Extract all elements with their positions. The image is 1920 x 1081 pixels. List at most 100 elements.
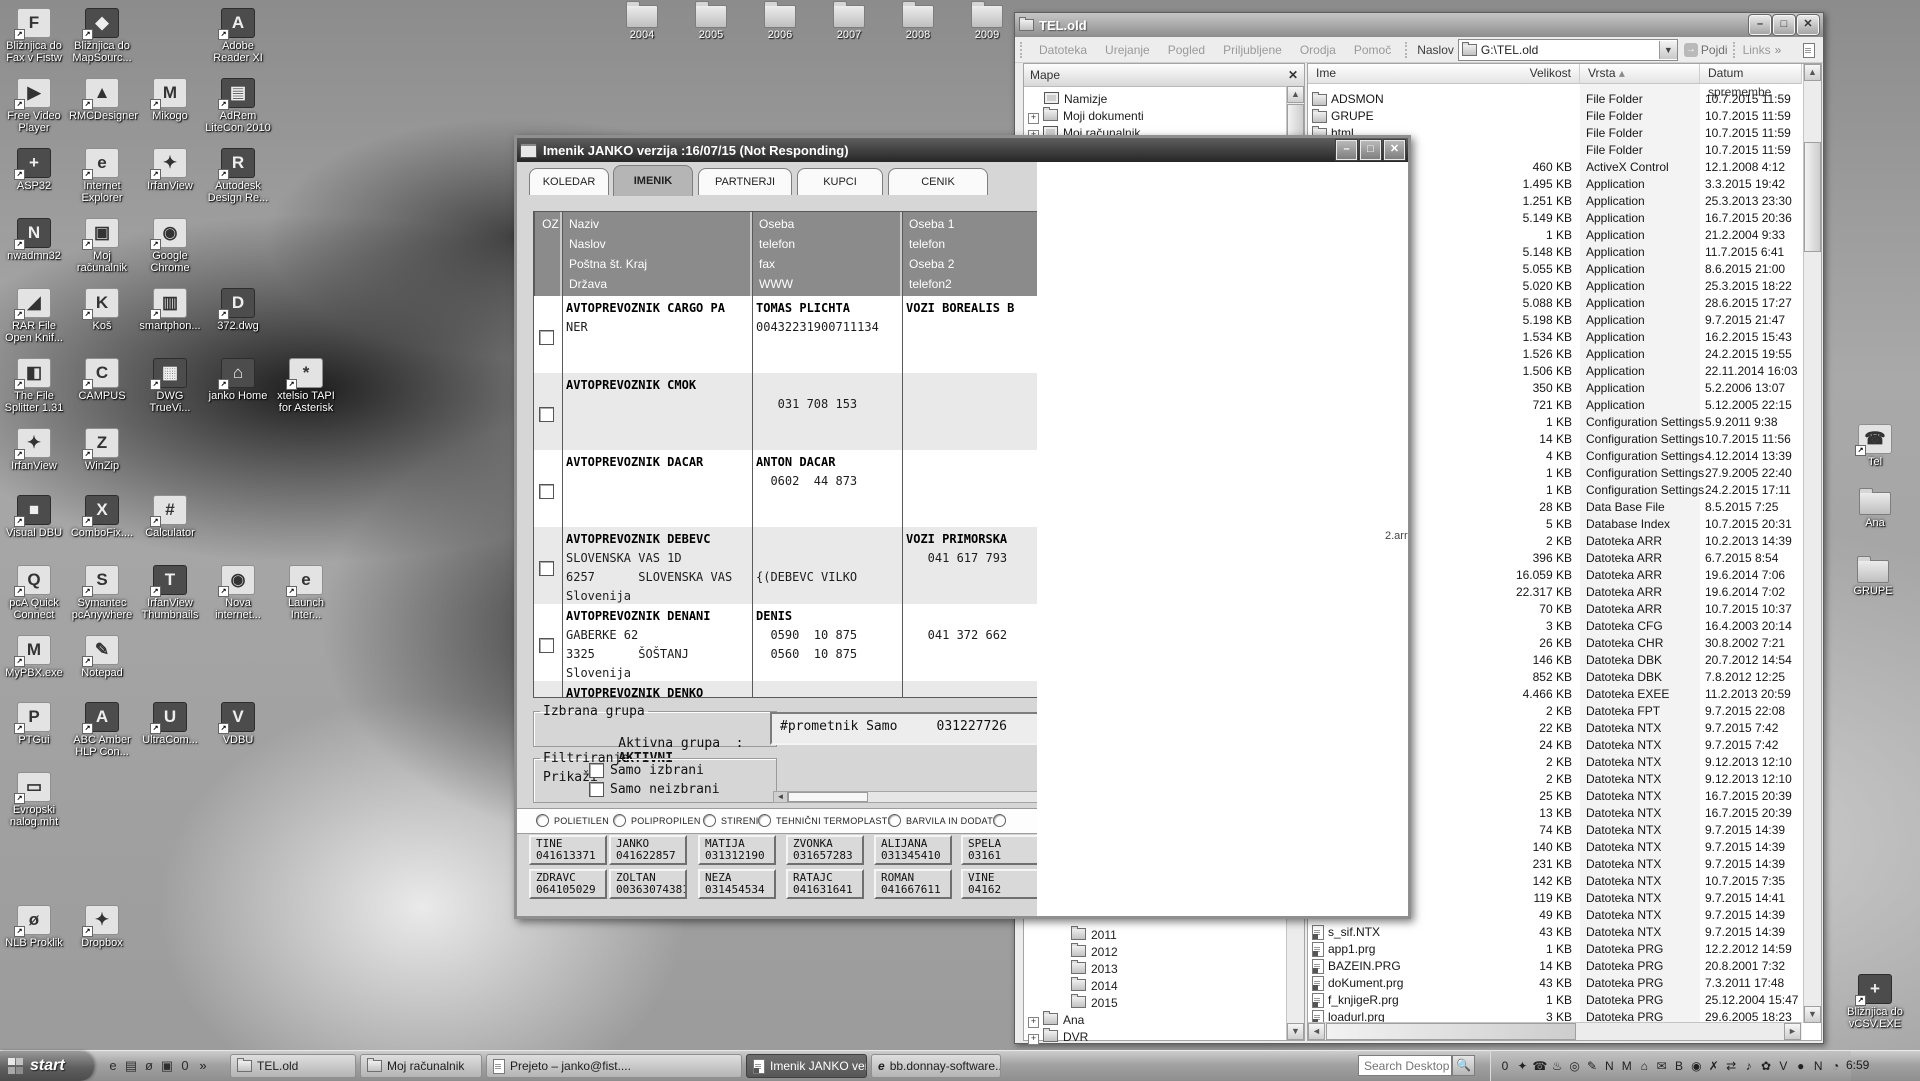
category-radio-polietilen[interactable]: POLIETILEN bbox=[536, 814, 609, 827]
desktop-icon-adrem-litecon-2010[interactable]: ▤↗AdRem LiteCon 2010 bbox=[205, 78, 271, 134]
desktop-icon-visual-dbu[interactable]: ■↗Visual DBU bbox=[1, 495, 67, 539]
file-row[interactable]: doKument.prg43 KBDatoteka PRG7.3.2011 17… bbox=[1308, 975, 1798, 992]
desktop-icon-rar-file-open-knif-[interactable]: ◢↗RAR File Open Knif... bbox=[1, 288, 67, 344]
desktop-icon-irfanview[interactable]: ✦↗IrfanView bbox=[137, 148, 203, 192]
file-list-hscrollbar[interactable]: ◄ ► bbox=[1308, 1022, 1802, 1040]
nlb-quicklaunch-icon[interactable]: ø bbox=[140, 1056, 158, 1075]
menu-orodja[interactable]: Orodja bbox=[1291, 43, 1345, 57]
start-button[interactable]: start bbox=[0, 1051, 94, 1081]
scroll-up-icon[interactable]: ▲ bbox=[1804, 64, 1821, 81]
desktop-icon-nova-internet-[interactable]: ◉↗Nova internet... bbox=[205, 565, 271, 621]
desktop-icon-grupe[interactable]: GRUPE bbox=[1840, 558, 1906, 597]
note-hscrollbar[interactable]: ◄ bbox=[773, 791, 1063, 803]
scroll-up-icon[interactable]: ▲ bbox=[1287, 86, 1304, 103]
desktop-icon-ko-[interactable]: K↗Koš bbox=[69, 288, 135, 332]
menu-priljubljene[interactable]: Priljubljene bbox=[1214, 43, 1291, 57]
tab-koledar[interactable]: KOLEDAR bbox=[529, 168, 609, 195]
task-prejeto-janko-fist-[interactable]: Prejeto – janko@fist.... bbox=[486, 1054, 742, 1078]
column-header-velikost[interactable]: Velikost bbox=[1458, 64, 1580, 84]
desktop-icon-irfanview[interactable]: ✦↗IrfanView bbox=[1, 428, 67, 472]
desktop-icon-symantec-pcanywhere[interactable]: S↗Symantec pcAnywhere bbox=[69, 565, 135, 621]
contact-row[interactable]: AVTOPREVOZNIK DEBEVCSLOVENSKA VAS 1D6257… bbox=[534, 527, 1092, 604]
tray-antivirus-icon[interactable]: V bbox=[1775, 1058, 1791, 1074]
ie-quicklaunch-icon[interactable]: e bbox=[104, 1056, 122, 1075]
desktop-icon-nlb-proklik[interactable]: ø↗NLB Proklik bbox=[1, 905, 67, 949]
file-row[interactable]: GRUPEFile Folder10.7.2015 11:59 bbox=[1308, 108, 1798, 125]
tray-search-icon[interactable]: ◎ bbox=[1567, 1058, 1583, 1074]
tree-item-namizje[interactable]: Namizje bbox=[1040, 91, 1107, 107]
contact-checkbox[interactable] bbox=[539, 330, 554, 345]
desktop-icon-free-video-player[interactable]: ▶↗Free Video Player bbox=[1, 78, 67, 134]
desktop-icon-bli-njica-do-mapsourc-[interactable]: ◆↗Bližnjica do MapSourc... bbox=[69, 8, 135, 64]
address-dropdown-icon[interactable]: ▼ bbox=[1659, 41, 1677, 59]
filter-option-1[interactable]: Samo izbrani bbox=[589, 763, 704, 778]
desktop-icon-372-dwg[interactable]: D↗372.dwg bbox=[205, 288, 271, 332]
tree-expand-icon[interactable]: + bbox=[1028, 113, 1039, 124]
speed-dial-neza[interactable]: NEZA031454534 bbox=[698, 869, 776, 899]
file-row[interactable]: BAZEIN.PRG14 KBDatoteka PRG20.8.2001 7:3… bbox=[1308, 958, 1798, 975]
tab-partnerji[interactable]: PARTNERJI bbox=[698, 168, 792, 195]
desktop-folder-2008[interactable]: 2008 bbox=[886, 1, 950, 41]
speed-dial-ratajc[interactable]: RATAJC041631641 bbox=[786, 869, 864, 899]
checkbox-icon[interactable] bbox=[589, 782, 604, 797]
desktop-icon-ptgui[interactable]: P↗PTGui bbox=[1, 702, 67, 746]
close-button[interactable]: ✕ bbox=[1384, 140, 1405, 160]
search-input[interactable] bbox=[1358, 1055, 1452, 1076]
note-field[interactable]: #prometnik Samo 031227726 bbox=[770, 712, 1063, 745]
tray-clock-icon[interactable]: ◔ bbox=[1828, 1058, 1844, 1074]
tab-kupci[interactable]: KUPCI bbox=[797, 168, 883, 195]
tray-java-icon[interactable]: ♨ bbox=[1549, 1058, 1565, 1074]
desktop-icon-winzip[interactable]: Z↗WinZip bbox=[69, 428, 135, 472]
category-radio-barvila-in-dodatki[interactable]: BARVILA IN DODATKI bbox=[888, 814, 1002, 827]
task-moj-ra-unalnik[interactable]: Moj računalnik bbox=[360, 1054, 482, 1078]
speed-dial-zoltan[interactable]: ZOLTAN003630743816 bbox=[609, 869, 687, 899]
tree-item-2012[interactable]: 2012 bbox=[1067, 944, 1118, 960]
file-row[interactable]: f_knjigeR.prg1 KBDatoteka PRG25.12.2004 … bbox=[1308, 992, 1798, 1009]
desktop-icon-asp32[interactable]: +↗ASP32 bbox=[1, 148, 67, 192]
desktop-icon-dwg-truevi-[interactable]: ▦↗DWG TrueVi... bbox=[137, 358, 203, 414]
desktop-icon-evropski-nalog-mht[interactable]: ▭↗Evropski nalog.mht bbox=[1, 772, 67, 828]
task-imenik-janko-verzi-[interactable]: Imenik JANKO verzi... bbox=[746, 1054, 867, 1078]
tree-item-2013[interactable]: 2013 bbox=[1067, 961, 1118, 977]
desktop-icon-smartphon-[interactable]: ▥↗smartphon... bbox=[137, 288, 203, 332]
tray-n-icon[interactable]: N bbox=[1810, 1058, 1826, 1074]
links-chevron-icon[interactable]: » bbox=[1775, 43, 1782, 57]
column-header-vrsta[interactable]: Vrsta ▴ bbox=[1580, 64, 1700, 84]
desktop-icon-ana[interactable]: Ana bbox=[1842, 490, 1908, 529]
checkbox-icon[interactable] bbox=[589, 763, 604, 778]
tray-b-icon[interactable]: B bbox=[1671, 1058, 1687, 1074]
desktop-icon-pca-quick-connect[interactable]: Q↗pcA Quick Connect bbox=[1, 565, 67, 621]
desktop-icon-mikogo[interactable]: M↗Mikogo bbox=[137, 78, 203, 122]
desktop-icon-notepad[interactable]: ✎↗Notepad bbox=[69, 635, 135, 679]
minimize-button[interactable]: – bbox=[1336, 140, 1357, 160]
phone-quicklaunch-icon[interactable]: ▤ bbox=[122, 1056, 140, 1075]
menu-urejanje[interactable]: Urejanje bbox=[1096, 43, 1159, 57]
contact-checkbox[interactable] bbox=[539, 561, 554, 576]
tree-item-2014[interactable]: 2014 bbox=[1067, 978, 1118, 994]
tray-globe-icon[interactable]: ◉ bbox=[1688, 1058, 1704, 1074]
toolbar-page-icon[interactable] bbox=[1803, 43, 1815, 58]
tree-expand-icon[interactable]: + bbox=[1028, 1034, 1039, 1045]
scroll-thumb[interactable] bbox=[788, 792, 868, 802]
scroll-thumb[interactable] bbox=[1804, 142, 1821, 252]
tray-update-icon[interactable]: ✿ bbox=[1758, 1058, 1774, 1074]
tray-outlook-icon[interactable]: 0 bbox=[1497, 1058, 1513, 1074]
speed-dial-zvonka[interactable]: ZVONKA031657283 bbox=[786, 835, 864, 865]
contact-checkbox[interactable] bbox=[539, 484, 554, 499]
desktop-icon-calculator[interactable]: #↗Calculator bbox=[137, 495, 203, 539]
tab-cenik[interactable]: CENIK bbox=[888, 168, 988, 195]
tray-network-icon[interactable]: ✗ bbox=[1706, 1058, 1722, 1074]
close-button[interactable]: ✕ bbox=[1797, 15, 1819, 35]
speed-dial-tine[interactable]: TINE041613371 bbox=[529, 835, 607, 865]
scroll-left-icon[interactable]: ◄ bbox=[1308, 1023, 1325, 1040]
address-bar[interactable]: G:\TEL.old ▼ bbox=[1458, 39, 1678, 61]
tree-item-ana[interactable]: +Ana bbox=[1028, 1012, 1084, 1028]
tray-home-icon[interactable]: ⌂ bbox=[1636, 1058, 1652, 1074]
contact-row[interactable]: AVTOPREVOZNIK CMOK 031 708 153 bbox=[534, 373, 1092, 450]
maximize-button[interactable]: □ bbox=[1360, 140, 1381, 160]
scroll-right-icon[interactable]: ► bbox=[1784, 1023, 1801, 1040]
tray-plug-icon[interactable]: ⇄ bbox=[1723, 1058, 1739, 1074]
desktop-icon-launch-inter-[interactable]: e↗Launch Inter... bbox=[273, 565, 339, 621]
tree-item-2011[interactable]: 2011 bbox=[1067, 927, 1117, 943]
desktop-folder-2007[interactable]: 2007 bbox=[817, 1, 881, 41]
